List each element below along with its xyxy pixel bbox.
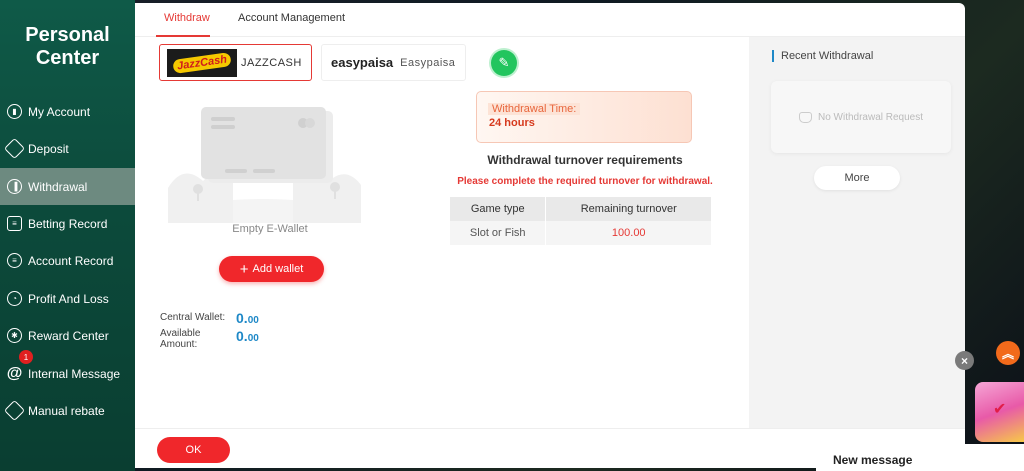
edit-wallet-button[interactable]: ✎ [491, 50, 517, 76]
clipboard-icon: ≡ [7, 216, 22, 231]
turnover-table: Game type Remaining turnover Slot or Fis… [450, 197, 711, 245]
sidebar-item-betting-record[interactable]: ≡ Betting Record [0, 205, 135, 242]
sidebar-item-label: Account Record [28, 253, 114, 268]
tab-withdraw[interactable]: Withdraw [164, 12, 210, 24]
column-header-game-type: Game type [450, 197, 546, 221]
turnover-title: Withdrawal turnover requirements [487, 153, 683, 167]
cell-remaining-turnover: 100.00 [545, 221, 711, 245]
sidebar-item-label: Manual rebate [28, 403, 105, 418]
sidebar: Personal Center ▮ My Account Deposit ▐ W… [0, 0, 135, 471]
unread-badge: 1 [19, 350, 33, 364]
promo-gift-icon[interactable] [975, 382, 1024, 442]
chart-icon: ◔ [7, 291, 22, 306]
sidebar-item-label: Betting Record [28, 216, 108, 231]
close-icon[interactable]: × [955, 351, 974, 370]
tab-bar: Withdraw Account Management [135, 3, 965, 37]
table-row: Slot or Fish 100.00 [450, 221, 711, 245]
account-icon: ▮ [7, 104, 22, 119]
wallet-option-jazzcash[interactable]: JazzCash JAZZCASH [159, 44, 312, 81]
pencil-icon: ✎ [498, 55, 510, 70]
turnover-note: Please complete the required turnover fo… [457, 176, 713, 187]
sidebar-item-withdrawal[interactable]: ▐ Withdrawal [0, 168, 135, 205]
sidebar-item-label: Deposit [28, 141, 69, 156]
available-amount-label-line1: Available [160, 328, 201, 339]
sidebar-item-internal-message[interactable]: @ 1 Internal Message [0, 350, 135, 392]
cell-game-type: Slot or Fish [450, 221, 546, 245]
column-header-remaining: Remaining turnover [545, 197, 711, 221]
withdrawal-icon: ▐ [7, 179, 22, 194]
wallet-option-label: Easypaisa [400, 56, 456, 69]
withdrawal-time-value: 24 hours [489, 117, 535, 129]
empty-wallet-label: Empty E-Wallet [232, 223, 308, 235]
more-button[interactable]: More [814, 166, 900, 190]
withdrawal-time-label: Withdrawal Time: [488, 103, 581, 115]
jazzcash-logo: JazzCash [167, 48, 237, 77]
sidebar-item-deposit[interactable]: Deposit [0, 130, 135, 167]
main-panel: Withdraw Account Management JazzCash JAZ… [135, 3, 965, 468]
empty-box-icon [798, 111, 812, 123]
active-tab-underline [156, 35, 210, 37]
plus-icon: + [239, 260, 249, 278]
amount-integer: 0. [236, 310, 248, 326]
wallet-option-label: JAZZCASH [241, 56, 302, 69]
record-icon: ≡ [7, 253, 22, 268]
scroll-to-top-icon[interactable]: ︽ [996, 341, 1020, 365]
empty-wallet-illustration [168, 107, 361, 223]
amount-decimal: 00 [247, 333, 259, 344]
recent-withdrawal-title: Recent Withdrawal [772, 50, 873, 62]
new-message-bar[interactable]: New message [816, 444, 1024, 471]
table-header-row: Game type Remaining turnover [450, 197, 711, 221]
sidebar-title-line2: Center [35, 47, 100, 69]
sidebar-item-label: Withdrawal [28, 179, 88, 194]
amount-decimal: 00 [247, 315, 259, 326]
sidebar-item-label: My Account [28, 104, 91, 119]
available-amount-label: Available Amount: [160, 328, 200, 350]
sidebar-item-label: Profit And Loss [28, 291, 109, 306]
no-withdrawal-text: No Withdrawal Request [817, 111, 924, 123]
available-amount-value: 0.00 [236, 328, 259, 344]
ok-button[interactable]: OK [157, 437, 230, 463]
amount-integer: 0. [236, 328, 248, 344]
easypaisa-logo: easypaisa [331, 55, 394, 70]
jazzcash-logo-text: JazzCash [172, 51, 232, 74]
central-wallet-label: Central Wallet: [160, 312, 226, 323]
sidebar-item-account-record[interactable]: ≡ Account Record [0, 242, 135, 279]
recent-withdrawal-panel: Recent Withdrawal No Withdrawal Request … [749, 37, 965, 428]
at-icon: @ [6, 364, 23, 382]
central-wallet-amount: 0.00 [236, 310, 259, 326]
withdrawal-time-card: Withdrawal Time: 24 hours [476, 91, 692, 143]
sidebar-item-profit-and-loss[interactable]: ◔ Profit And Loss [0, 280, 135, 317]
sidebar-item-my-account[interactable]: ▮ My Account [0, 93, 135, 130]
sidebar-item-reward-center[interactable]: ✱ Reward Center [0, 317, 135, 354]
sidebar-title: Personal Center [0, 24, 135, 70]
sidebar-item-label: Internal Message [28, 366, 121, 381]
gift-icon: ✱ [7, 328, 22, 343]
deposit-icon [3, 137, 26, 160]
rebate-icon [3, 399, 26, 422]
tab-account-management[interactable]: Account Management [238, 12, 345, 24]
sidebar-title-line1: Personal [25, 24, 110, 46]
wallet-option-easypaisa[interactable]: easypaisa Easypaisa [321, 44, 466, 81]
add-wallet-button[interactable]: + Add wallet [219, 256, 324, 282]
sidebar-item-manual-rebate[interactable]: Manual rebate [0, 392, 135, 429]
sidebar-item-label: Reward Center [28, 328, 109, 343]
add-wallet-label: Add wallet [252, 263, 304, 275]
available-amount-label-line2: Amount: [160, 339, 198, 350]
no-withdrawal-placeholder: No Withdrawal Request [771, 81, 951, 153]
